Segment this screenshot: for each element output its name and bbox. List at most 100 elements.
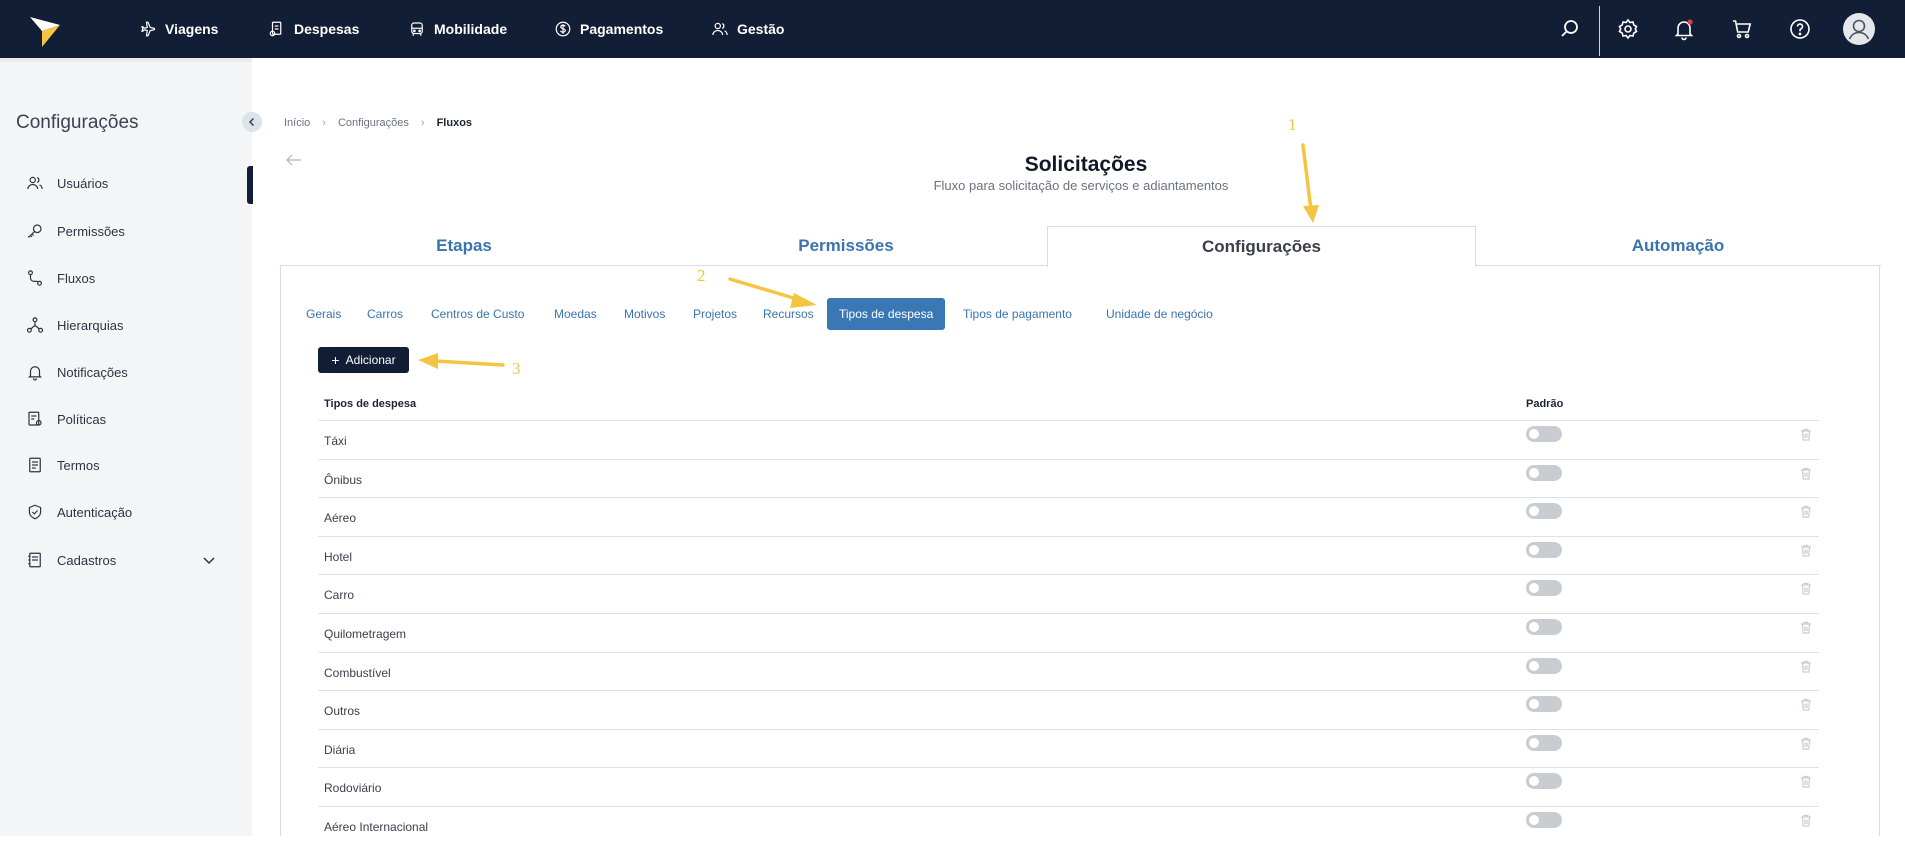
- breadcrumb-separator: ›: [322, 117, 326, 129]
- default-toggle[interactable]: [1526, 812, 1562, 828]
- document-icon: [29, 457, 41, 473]
- subtab-moedas[interactable]: Moedas: [554, 298, 597, 330]
- column-header-tipos: Tipos de despesa: [324, 398, 417, 410]
- collapse-sidebar-button[interactable]: [242, 112, 262, 132]
- sidebar-title: Configurações: [16, 112, 139, 133]
- logo-icon[interactable]: [28, 13, 62, 49]
- cart-icon[interactable]: [1730, 17, 1754, 41]
- subtab-carros[interactable]: Carros: [367, 298, 403, 330]
- plane-icon: [141, 21, 156, 37]
- expense-type-name: Carro: [324, 588, 355, 603]
- expense-type-name: Aéreo: [324, 511, 357, 526]
- breadcrumb-fluxos: Fluxos: [436, 117, 473, 129]
- chevron-left-icon: [248, 117, 255, 127]
- bell-icon[interactable]: [1672, 17, 1696, 41]
- tab-etapas[interactable]: Etapas: [280, 226, 648, 266]
- trash-icon[interactable]: [1800, 505, 1812, 518]
- add-button-label: Adicionar: [345, 353, 396, 367]
- default-toggle[interactable]: [1526, 426, 1562, 442]
- search-icon[interactable]: [1558, 17, 1582, 41]
- bell-icon: [27, 366, 43, 381]
- breadcrumb-inicio[interactable]: Início: [284, 117, 310, 129]
- page-subtitle: Fluxo para solicitação de serviços e adi…: [933, 178, 1229, 193]
- nav-gestao[interactable]: Gestão: [711, 0, 784, 58]
- page-title: Solicitações: [1024, 153, 1148, 176]
- sidebar-item-permissoes[interactable]: Permissões: [26, 222, 221, 240]
- nav-label: Despesas: [294, 21, 360, 37]
- sidebar-item-fluxos[interactable]: Fluxos: [26, 269, 221, 287]
- trash-icon[interactable]: [1800, 621, 1812, 634]
- toggle-knob: [1529, 737, 1539, 748]
- sidebar-item-politicas[interactable]: Políticas: [26, 410, 221, 428]
- default-toggle[interactable]: [1526, 580, 1562, 597]
- column-header-padrao: Padrão: [1526, 398, 1564, 410]
- toggle-knob: [1529, 506, 1539, 517]
- tab-permissoes[interactable]: Permissões: [660, 226, 1032, 266]
- toggle-knob: [1529, 429, 1539, 439]
- trash-icon[interactable]: [1800, 428, 1812, 441]
- subtab-recursos[interactable]: Recursos: [763, 298, 814, 330]
- tab-automacao[interactable]: Automação: [1476, 226, 1880, 266]
- sidebar-item-label: Cadastros: [57, 552, 117, 568]
- chevron-down-icon: [203, 557, 215, 565]
- subtab-gerais[interactable]: Gerais: [306, 298, 341, 330]
- default-toggle[interactable]: [1526, 773, 1562, 790]
- nav-mobilidade[interactable]: Mobilidade: [408, 0, 507, 58]
- trash-icon[interactable]: [1800, 698, 1812, 711]
- plus-icon: +: [331, 352, 340, 368]
- trash-icon[interactable]: [1800, 814, 1812, 827]
- default-toggle[interactable]: [1526, 464, 1562, 481]
- default-toggle[interactable]: [1526, 619, 1562, 635]
- trash-icon[interactable]: [1800, 467, 1812, 480]
- subtab-projetos[interactable]: Projetos: [693, 298, 737, 330]
- add-button[interactable]: + Adicionar: [318, 347, 409, 373]
- subtab-unidade-de-negocio[interactable]: Unidade de negócio: [1106, 298, 1213, 330]
- nav-despesas[interactable]: Despesas: [268, 0, 359, 58]
- sidebar-item-label: Hierarquias: [57, 317, 124, 333]
- subtab-tipos-de-despesa[interactable]: Tipos de despesa: [827, 298, 946, 330]
- topbar-divider: [1599, 6, 1600, 56]
- table-row: Combustível: [318, 651, 1819, 691]
- trash-icon[interactable]: [1800, 660, 1812, 673]
- table-row: Táxi: [318, 420, 1819, 459]
- trash-icon[interactable]: [1800, 582, 1812, 595]
- users-icon: [712, 22, 728, 36]
- sidebar-item-label: Fluxos: [57, 270, 96, 286]
- default-toggle[interactable]: [1526, 696, 1562, 713]
- avatar[interactable]: [1843, 13, 1875, 45]
- register-icon: [28, 552, 41, 568]
- sidebar-item-notificacoes[interactable]: Notificações: [26, 363, 221, 381]
- help-icon[interactable]: [1788, 17, 1812, 41]
- tab-configuracoes[interactable]: Configurações: [1047, 226, 1476, 267]
- table-row: Aéreo Internacional: [318, 806, 1819, 845]
- trash-icon[interactable]: [1800, 737, 1812, 750]
- sidebar-item-termos[interactable]: Termos: [26, 456, 221, 474]
- sidebar-item-hierarquias[interactable]: Hierarquias: [26, 316, 221, 334]
- default-toggle[interactable]: [1526, 734, 1562, 751]
- flow-icon: [28, 270, 42, 286]
- nav-viagens[interactable]: Viagens: [139, 0, 218, 58]
- annotation-3: 3: [512, 359, 521, 378]
- sidebar-item-label: Termos: [57, 457, 100, 473]
- subtab-tipos-de-pagamento[interactable]: Tipos de pagamento: [963, 298, 1072, 330]
- hierarchy-icon: [26, 317, 44, 333]
- nav-label: Viagens: [165, 21, 219, 37]
- breadcrumb-configuracoes[interactable]: Configurações: [338, 117, 409, 129]
- default-toggle[interactable]: [1526, 541, 1562, 558]
- expense-type-name: Hotel: [324, 549, 353, 564]
- subtab-motivos[interactable]: Motivos: [624, 298, 665, 330]
- gear-icon[interactable]: [1616, 17, 1640, 41]
- table-row: Aéreo: [318, 497, 1819, 536]
- subtab-centros-de-custo[interactable]: Centros de Custo: [431, 298, 524, 330]
- default-toggle[interactable]: [1526, 657, 1562, 674]
- table-row: Ônibus: [318, 458, 1819, 498]
- nav-pagamentos[interactable]: Pagamentos: [554, 0, 663, 58]
- expense-type-name: Quilometragem: [324, 627, 407, 641]
- sidebar-item-cadastros[interactable]: Cadastros: [26, 551, 221, 569]
- trash-icon[interactable]: [1800, 544, 1812, 557]
- trash-icon[interactable]: [1800, 775, 1812, 788]
- sidebar-item-autenticacao[interactable]: Autenticação: [26, 503, 221, 521]
- default-toggle[interactable]: [1526, 503, 1562, 520]
- toggle-knob: [1529, 467, 1539, 478]
- table-row: Hotel: [318, 535, 1819, 575]
